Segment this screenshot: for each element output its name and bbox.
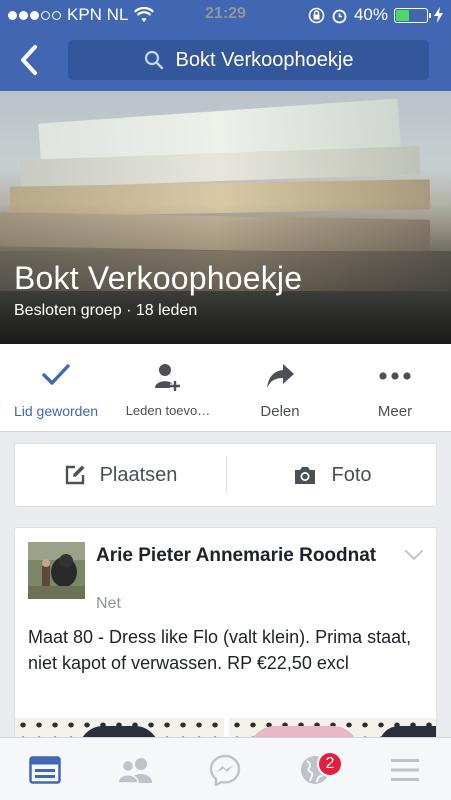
more-button[interactable]: Meer: [339, 344, 451, 432]
tab-friends[interactable]: [90, 738, 180, 800]
tab-messenger[interactable]: [180, 738, 270, 800]
friends-icon: [117, 757, 152, 783]
bottom-tab-bar: 2: [0, 737, 451, 800]
post-options-button[interactable]: [404, 548, 424, 566]
messenger-icon: [209, 754, 241, 786]
share-button[interactable]: Delen: [224, 344, 336, 432]
back-chevron-icon: [21, 45, 37, 75]
tab-menu[interactable]: [360, 738, 450, 800]
composer-card: Plaatsen Foto: [14, 443, 437, 507]
add-members-label: Leden toevo…: [125, 403, 211, 418]
action-icon-wrap: [0, 362, 112, 392]
author-avatar[interactable]: [28, 542, 85, 599]
group-actions: Lid geworden Leden toevo… Delen Meer: [0, 344, 451, 432]
notifications-badge: 2: [317, 751, 343, 777]
checkmark-icon: [42, 364, 70, 385]
post-time[interactable]: Net: [96, 595, 121, 613]
action-icon-wrap: [339, 362, 451, 392]
back-button[interactable]: [18, 44, 48, 76]
photo-button[interactable]: Foto: [227, 444, 438, 506]
status-right: 40%: [308, 5, 443, 25]
post-text: Maat 80 - Dress like Flo (valt klein). P…: [28, 627, 412, 673]
battery-percentage: 40%: [353, 5, 388, 24]
news-feed-icon: [29, 755, 61, 784]
search-text: Bokt Verkoophoekje: [175, 48, 354, 71]
joined-button[interactable]: Lid geworden: [0, 344, 112, 432]
search-bar[interactable]: Bokt Verkoophoekje: [68, 40, 429, 80]
post-author[interactable]: Arie Pieter Annemarie Roodnat: [96, 544, 386, 568]
search-icon: [144, 50, 163, 70]
navigation-row: Bokt Verkoophoekje: [0, 38, 451, 82]
group-subtitle: Besloten groep · 18 leden: [14, 302, 198, 319]
post-label: Plaatsen: [99, 463, 178, 486]
group-name: Bokt Verkoophoekje: [14, 260, 303, 296]
status-bar: KPN NL 21:29 40%: [0, 0, 451, 30]
share-label: Delen: [260, 403, 300, 420]
chevron-down-icon: [404, 549, 424, 561]
tab-notifications[interactable]: 2: [270, 738, 360, 800]
share-icon: [267, 364, 294, 388]
tab-news-feed[interactable]: [0, 738, 90, 800]
action-icon-wrap: [112, 362, 224, 392]
edit-icon: [65, 465, 85, 485]
more-label: Meer: [377, 403, 413, 420]
photo-label: Foto: [331, 463, 372, 486]
menu-icon: [391, 758, 419, 781]
battery-icon: [394, 7, 431, 23]
add-person-icon: [155, 364, 180, 391]
camera-icon: [295, 467, 316, 484]
alarm-icon: [332, 9, 347, 23]
avatar-image: [28, 542, 85, 599]
joined-label: Lid geworden: [13, 403, 99, 419]
battery-fill: [396, 9, 409, 21]
action-icon-wrap: [224, 362, 336, 392]
top-bar: KPN NL 21:29 40% Bokt Verkoophoekje: [0, 0, 451, 91]
more-icon: [379, 372, 411, 380]
post-button[interactable]: Plaatsen: [15, 444, 226, 506]
add-members-button[interactable]: Leden toevo…: [112, 344, 224, 432]
charging-bolt-icon: [434, 7, 443, 23]
rotation-lock-icon: [308, 7, 325, 23]
